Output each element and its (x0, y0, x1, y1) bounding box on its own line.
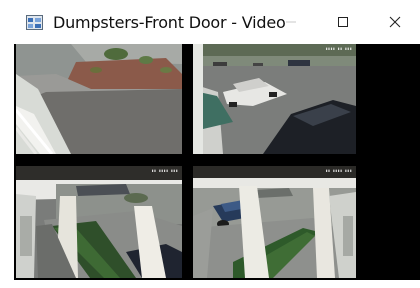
camera-feed-2-image (193, 44, 356, 154)
maximize-icon (338, 17, 348, 27)
close-icon (389, 16, 401, 28)
camera-feed-4-image (193, 166, 356, 278)
camera-feed-1-image (16, 44, 182, 154)
video-window: Dumpsters-Front Door - Video ▮▮▮▮ ▮▮ ▮▮▮… (0, 0, 420, 288)
minimize-icon (286, 21, 296, 23)
camera-feed-3[interactable]: ▮▮ ▮▮▮▮ ▮▮▮ (16, 166, 182, 278)
camera-feed-2[interactable]: ▮▮▮▮ ▮▮ ▮▮▮ (193, 44, 356, 154)
video-window-icon (26, 15, 43, 30)
camera-feed-3-image (16, 166, 182, 278)
window-title: Dumpsters-Front Door - Video (53, 13, 286, 32)
title-bar[interactable]: Dumpsters-Front Door - Video (0, 0, 420, 44)
feed-4-timestamp: ▮▮ ▮▮▮▮ ▮▮▮ (325, 168, 353, 173)
camera-feed-1[interactable] (16, 44, 182, 154)
minimize-button[interactable] (268, 0, 314, 44)
feed-3-timestamp: ▮▮ ▮▮▮▮ ▮▮▮ (151, 168, 179, 173)
maximize-button[interactable] (320, 0, 366, 44)
feed-2-timestamp: ▮▮▮▮ ▮▮ ▮▮▮ (325, 46, 353, 51)
close-button[interactable] (372, 0, 418, 44)
camera-feed-4[interactable]: ▮▮ ▮▮▮▮ ▮▮▮ (193, 166, 356, 278)
video-grid: ▮▮▮▮ ▮▮ ▮▮▮ ▮▮ ▮▮▮▮ ▮▮▮ ▮▮ ▮▮▮▮ ▮▮▮ (14, 44, 420, 280)
